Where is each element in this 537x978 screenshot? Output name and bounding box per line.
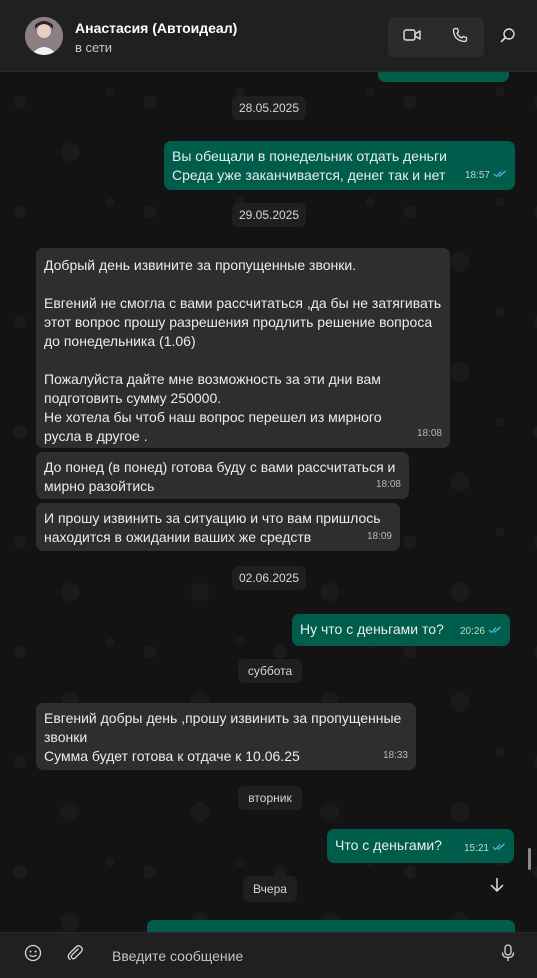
- message-bubble-outgoing[interactable]: [147, 920, 515, 932]
- message-bubble-incoming[interactable]: Евгений добры день ,прошу извинить за пр…: [36, 703, 416, 770]
- video-call-icon: [403, 28, 421, 47]
- chat-header: Анастасия (Автоидеал) в сети: [0, 0, 537, 72]
- message-list[interactable]: 28.05.2025 Вы обещали в понедельник отда…: [0, 72, 537, 932]
- message-time: 18:57: [464, 170, 490, 181]
- microphone-icon: [501, 943, 515, 967]
- message-bubble-outgoing[interactable]: [378, 72, 509, 82]
- chevron-down-icon: [489, 877, 505, 898]
- message-meta: 18:08: [417, 424, 442, 443]
- message-time: 20:26: [459, 626, 485, 637]
- voice-call-button[interactable]: [436, 17, 484, 57]
- message-bubble-outgoing[interactable]: Что с деньгами? 15:21: [327, 829, 514, 863]
- voice-message-button[interactable]: [495, 942, 521, 968]
- message-time: 15:21: [463, 843, 489, 854]
- scrollbar-thumb[interactable]: [528, 848, 531, 870]
- message-text: И прошу извинить за ситуацию и что вам п…: [44, 510, 381, 545]
- double-check-icon: [488, 622, 502, 641]
- message-text: Добрый день извините за пропущенные звон…: [44, 257, 442, 444]
- message-bubble-outgoing[interactable]: Ну что с деньгами то? 20:26: [292, 614, 510, 646]
- message-composer: [0, 932, 537, 978]
- contact-status: в сети: [75, 40, 113, 55]
- message-text: Вы обещали в понедельник отдать деньги С…: [172, 148, 447, 183]
- message-bubble-outgoing[interactable]: Вы обещали в понедельник отдать деньги С…: [164, 141, 515, 190]
- message-input[interactable]: [104, 941, 484, 971]
- date-separator: суббота: [238, 659, 302, 683]
- message-time: 18:08: [375, 479, 401, 490]
- date-separator: вторник: [238, 786, 302, 810]
- message-meta: 15:21: [464, 839, 506, 858]
- date-separator: 29.05.2025: [232, 203, 306, 227]
- message-meta: 18:08: [376, 475, 401, 494]
- date-separator: 28.05.2025: [232, 96, 306, 120]
- search-icon: [500, 27, 516, 48]
- attach-button[interactable]: [62, 942, 88, 968]
- message-meta: 18:57: [465, 166, 507, 185]
- call-button-group: [388, 17, 484, 57]
- message-bubble-incoming[interactable]: Добрый день извините за пропущенные звон…: [36, 248, 450, 448]
- voice-call-icon: [452, 27, 468, 48]
- attach-icon: [66, 944, 84, 967]
- message-bubble-incoming[interactable]: И прошу извинить за ситуацию и что вам п…: [36, 503, 400, 551]
- date-separator: 02.06.2025: [232, 566, 306, 590]
- scroll-to-bottom-button[interactable]: [484, 874, 510, 900]
- avatar[interactable]: [25, 17, 63, 55]
- video-call-button[interactable]: [388, 17, 436, 57]
- message-time: 18:08: [416, 428, 442, 439]
- emoji-icon: [24, 944, 42, 967]
- contact-name[interactable]: Анастасия (Автоидеал): [75, 20, 237, 36]
- message-meta: 20:26: [460, 622, 502, 641]
- message-time: 18:09: [366, 531, 392, 542]
- date-separator: Вчера: [243, 876, 297, 902]
- message-time: 18:33: [382, 750, 408, 761]
- message-text: Евгений добры день ,прошу извинить за пр…: [44, 710, 402, 764]
- message-bubble-incoming[interactable]: До понед (в понед) готова буду с вами ра…: [36, 452, 409, 499]
- double-check-icon: [492, 839, 506, 858]
- search-button[interactable]: [493, 22, 523, 52]
- message-meta: 18:09: [367, 527, 392, 546]
- emoji-button[interactable]: [20, 942, 46, 968]
- message-meta: 18:33: [383, 746, 408, 765]
- double-check-icon: [493, 166, 507, 185]
- message-text: До понед (в понед) готова буду с вами ра…: [44, 459, 396, 494]
